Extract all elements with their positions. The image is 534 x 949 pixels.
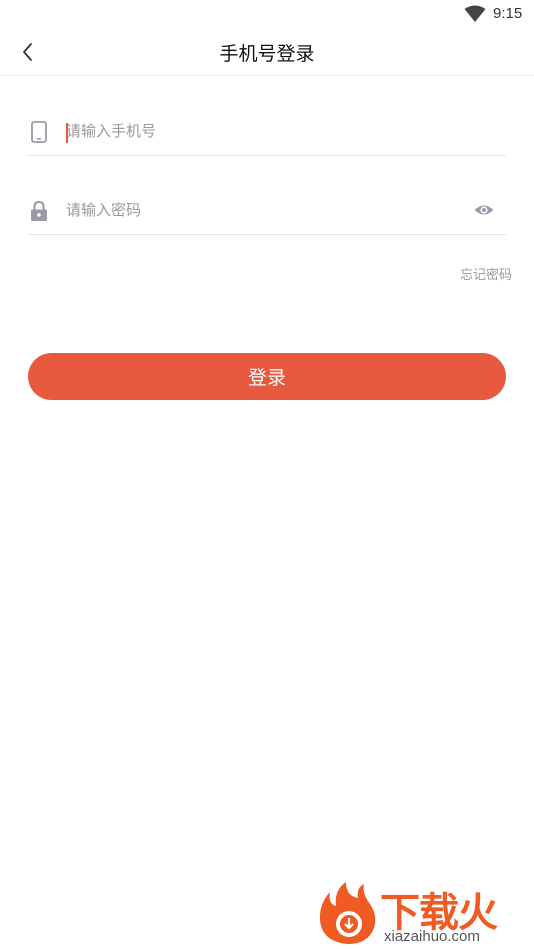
eye-icon[interactable] [474, 201, 494, 219]
status-time: 9:15 [493, 5, 523, 22]
password-field [28, 185, 506, 235]
flame-logo-icon [319, 882, 376, 944]
phone-icon [31, 121, 47, 143]
watermark-site: xiazaihuo.com [384, 928, 480, 945]
login-button[interactable]: 登录 [28, 353, 506, 400]
forgot-password-link[interactable]: 忘记密码 [460, 264, 512, 283]
page-title: 手机号登录 [219, 43, 315, 65]
lock-icon [31, 200, 47, 221]
wifi-icon [464, 5, 486, 22]
phone-field [28, 106, 506, 156]
watermark: 下载火 xiazaihuo.com [316, 876, 534, 949]
password-input[interactable] [66, 195, 456, 225]
status-bar: 9:15 [0, 0, 534, 28]
phone-input[interactable] [66, 116, 456, 146]
text-caret [66, 123, 68, 143]
app-header: 手机号登录 [0, 28, 534, 76]
